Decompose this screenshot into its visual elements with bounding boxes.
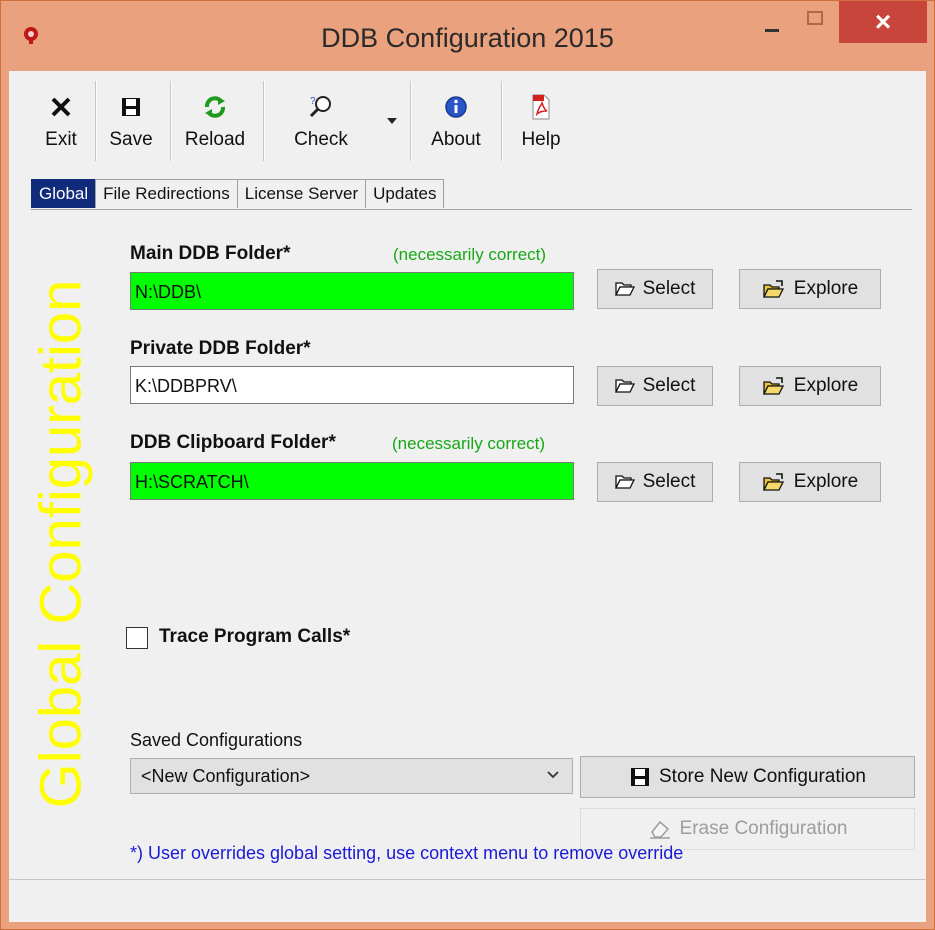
- erase-configuration-label: Erase Configuration: [679, 818, 848, 839]
- main-folder-field[interactable]: N:\DDB\: [130, 272, 574, 310]
- tab-strip: Global File Redirections License Server …: [31, 179, 445, 209]
- select-label: Select: [642, 471, 696, 492]
- folder-explore-icon: [762, 377, 784, 395]
- reload-button[interactable]: Reload: [177, 79, 253, 165]
- tab-license-server[interactable]: License Server: [236, 179, 367, 208]
- help-button[interactable]: Help: [513, 79, 569, 165]
- folder-open-icon: [614, 282, 635, 296]
- svg-text:?: ?: [310, 96, 316, 107]
- global-configuration-panel: Global Configuration Main DDB Folder* (n…: [29, 209, 915, 877]
- title-bar[interactable]: DDB Configuration 2015 ×: [1, 1, 934, 71]
- explore-label: Explore: [793, 471, 859, 492]
- clipboard-folder-label: DDB Clipboard Folder*: [130, 432, 336, 453]
- about-button[interactable]: About: [421, 79, 491, 165]
- folder-explore-icon: [762, 280, 784, 298]
- floppy-disk-icon: [122, 98, 140, 116]
- exit-button[interactable]: Exit: [39, 79, 83, 165]
- vertical-title-text: Global Configuration: [28, 279, 94, 809]
- toolbar-separator: [410, 81, 412, 161]
- toolbar-separator: [95, 81, 97, 161]
- folder-open-icon: [614, 475, 635, 489]
- main-folder-label: Main DDB Folder*: [130, 243, 291, 264]
- tab-global[interactable]: Global: [31, 179, 97, 208]
- toolbar-separator: [263, 81, 265, 161]
- toolbar-separator: [501, 81, 503, 161]
- explore-label: Explore: [793, 278, 859, 299]
- about-label: About: [431, 129, 481, 150]
- magnifier-icon: ?: [309, 96, 331, 118]
- explore-label: Explore: [793, 375, 859, 396]
- tab-file-redirections[interactable]: File Redirections: [95, 179, 238, 208]
- main-folder-explore-button[interactable]: Explore: [739, 269, 881, 309]
- private-folder-label: Private DDB Folder*: [130, 338, 311, 359]
- close-button[interactable]: ×: [839, 1, 927, 43]
- status-bar: [9, 879, 926, 922]
- private-folder-field[interactable]: K:\DDBPRV\: [130, 366, 574, 404]
- clipboard-folder-explore-button[interactable]: Explore: [739, 462, 881, 502]
- saved-configuration-value: <New Configuration>: [141, 766, 311, 786]
- clipboard-folder-note: (necessarily correct): [392, 434, 546, 453]
- toolbar-separator: [170, 81, 172, 161]
- select-label: Select: [642, 375, 696, 396]
- main-folder-note: (necessarily correct): [393, 245, 547, 264]
- client-area: Exit Save Reload ? Check About Help Glob…: [9, 71, 926, 922]
- store-new-configuration-label: Store New Configuration: [659, 766, 866, 787]
- vertical-title: Global Configuration: [1, 210, 121, 877]
- chevron-down-icon: [547, 771, 559, 779]
- info-icon: [445, 96, 467, 118]
- exit-label: Exit: [45, 129, 77, 150]
- window-title: DDB Configuration 2015: [321, 23, 614, 53]
- pdf-document-icon: [532, 94, 550, 120]
- save-label: Save: [109, 129, 153, 150]
- footnote: *) User overrides global setting, use co…: [130, 843, 684, 863]
- toolbar: Exit Save Reload ? Check About Help: [9, 71, 926, 171]
- close-x-icon: [51, 97, 71, 117]
- folder-explore-icon: [762, 473, 784, 491]
- private-folder-explore-button[interactable]: Explore: [739, 366, 881, 406]
- reload-label: Reload: [184, 129, 246, 150]
- select-label: Select: [642, 278, 696, 299]
- refresh-icon: [205, 96, 225, 118]
- main-folder-select-button[interactable]: Select: [597, 269, 713, 309]
- minimize-button[interactable]: [753, 1, 791, 43]
- clipboard-folder-select-button[interactable]: Select: [597, 462, 713, 502]
- eraser-icon: [649, 820, 670, 839]
- clipboard-folder-field[interactable]: H:\SCRATCH\: [130, 462, 574, 500]
- maximize-button[interactable]: [796, 1, 834, 43]
- folder-open-icon: [614, 379, 635, 393]
- saved-configurations-label: Saved Configurations: [130, 730, 303, 750]
- check-dropdown-arrow-icon[interactable]: [387, 118, 397, 124]
- help-label: Help: [521, 129, 561, 150]
- floppy-disk-icon: [631, 768, 649, 786]
- check-label: Check: [294, 129, 348, 150]
- trace-program-calls-label[interactable]: Trace Program Calls*: [159, 626, 350, 648]
- saved-configurations-select[interactable]: <New Configuration>: [130, 758, 573, 794]
- app-window: DDB Configuration 2015 × Exit Save Reloa…: [0, 0, 935, 930]
- store-new-configuration-button[interactable]: Store New Configuration: [580, 756, 915, 798]
- trace-program-calls-checkbox[interactable]: [126, 627, 148, 649]
- tab-updates[interactable]: Updates: [365, 179, 445, 208]
- private-folder-select-button[interactable]: Select: [597, 366, 713, 406]
- save-button[interactable]: Save: [101, 79, 161, 165]
- check-button[interactable]: ? Check: [281, 79, 361, 165]
